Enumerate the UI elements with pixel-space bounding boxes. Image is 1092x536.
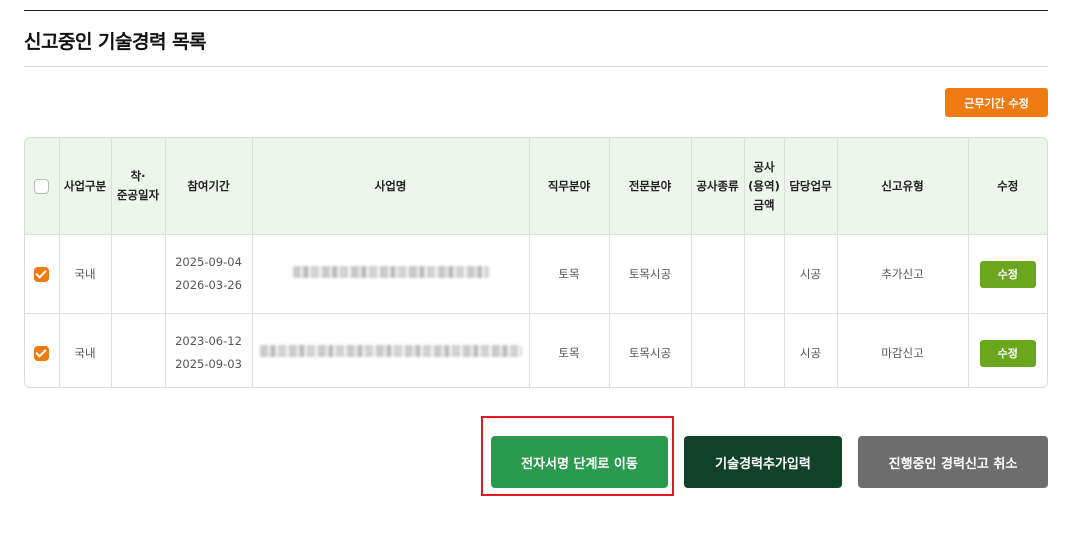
header-start-completion-line1: 착· — [130, 169, 146, 183]
page-title: 신고중인 기술경력 목록 — [24, 31, 207, 53]
table-row: 국내 2025-09-04 2026-03-26 토목 토목시공 시공 추가신고 … — [25, 234, 1047, 314]
header-project-name: 사업명 — [252, 138, 530, 235]
cell-report-type: 마감신고 — [837, 313, 969, 387]
cell-construction-type — [691, 313, 745, 387]
header-participation-period: 참여기간 — [165, 138, 253, 235]
header-construction-type: 공사종류 — [691, 138, 745, 235]
title-divider — [24, 66, 1048, 67]
period-end: 2025-09-03 — [175, 357, 242, 371]
header-start-completion-line2: 준공일자 — [116, 188, 160, 202]
row-select-cell — [25, 313, 60, 387]
top-divider — [24, 10, 1048, 11]
header-specialty-field: 전문분야 — [609, 138, 692, 235]
cell-report-type: 추가신고 — [837, 234, 969, 314]
header-amount: 공사 (용역) 금액 — [744, 138, 785, 235]
cell-job-field: 토목 — [529, 313, 610, 387]
cell-specialty-field: 토목시공 — [609, 313, 692, 387]
cell-edit: 수정 — [968, 234, 1047, 314]
cell-specialty-field: 토목시공 — [609, 234, 692, 314]
cell-category: 국내 — [59, 234, 112, 314]
row-edit-button[interactable]: 수정 — [979, 339, 1036, 367]
select-all-checkbox[interactable] — [34, 178, 50, 194]
cell-duty: 시공 — [784, 313, 838, 387]
row-select-cell — [25, 234, 60, 314]
cell-amount — [744, 313, 785, 387]
header-edit: 수정 — [968, 138, 1047, 235]
header-job-field: 직무분야 — [529, 138, 610, 235]
add-career-button[interactable]: 기술경력추가입력 — [684, 436, 842, 488]
cell-duty: 시공 — [784, 234, 838, 314]
header-duty: 담당업무 — [784, 138, 838, 235]
cell-project-name — [252, 234, 530, 314]
career-table: 사업구분 착· 준공일자 참여기간 사업명 직무분야 전문분야 공사종류 공사 (용… — [24, 137, 1048, 388]
cell-start-completion — [111, 234, 166, 314]
header-amount-line3: 금액 — [753, 197, 775, 212]
cell-job-field: 토목 — [529, 234, 610, 314]
row-checkbox[interactable] — [34, 345, 50, 361]
cell-construction-type — [691, 234, 745, 314]
cell-category: 국내 — [59, 313, 112, 387]
period-start: 2023-06-12 — [175, 334, 242, 348]
redacted-project-name — [259, 344, 522, 357]
table-row: 국내 2023-06-12 2025-09-03 토목 토목시공 시공 마감신고 … — [25, 313, 1047, 388]
cancel-report-button[interactable]: 진행중인 경력신고 취소 — [858, 436, 1048, 488]
cell-period: 2023-06-12 2025-09-03 — [165, 313, 253, 387]
cell-project-name — [252, 313, 530, 387]
edit-work-period-button[interactable]: 근무기간 수정 — [945, 88, 1048, 117]
go-to-e-signature-button[interactable]: 전자서명 단계로 이동 — [491, 436, 668, 488]
table-header-row: 사업구분 착· 준공일자 참여기간 사업명 직무분야 전문분야 공사종류 공사 (용… — [25, 138, 1047, 235]
row-checkbox[interactable] — [34, 266, 50, 282]
cell-amount — [744, 234, 785, 314]
row-edit-button[interactable]: 수정 — [979, 260, 1036, 288]
header-amount-line2: (용역) — [748, 178, 780, 193]
header-amount-line1: 공사 — [753, 159, 775, 174]
header-report-type: 신고유형 — [837, 138, 969, 235]
period-start: 2025-09-04 — [175, 255, 242, 269]
redacted-project-name — [292, 265, 489, 278]
cell-period: 2025-09-04 2026-03-26 — [165, 234, 253, 314]
header-category: 사업구분 — [59, 138, 112, 235]
period-end: 2026-03-26 — [175, 278, 242, 292]
header-start-completion-date: 착· 준공일자 — [111, 138, 166, 235]
cell-start-completion — [111, 313, 166, 387]
cell-edit: 수정 — [968, 314, 1047, 388]
select-all-cell — [25, 138, 60, 235]
